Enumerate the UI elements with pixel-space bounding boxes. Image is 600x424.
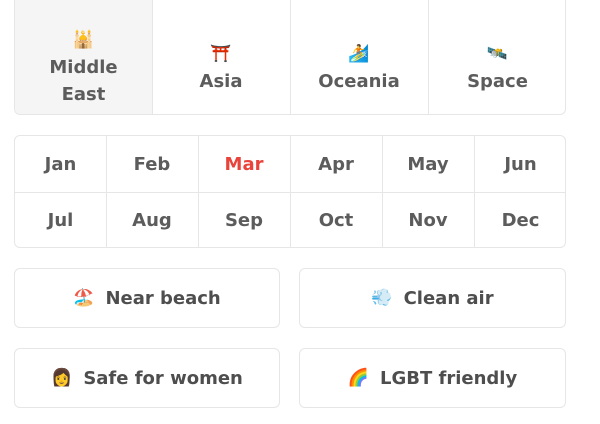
filter-label: LGBT friendly [379, 367, 518, 389]
month-nov[interactable]: Nov [382, 192, 474, 247]
month-may[interactable]: May [382, 136, 474, 192]
safe-for-women-button[interactable]: 👩 Safe for women [14, 348, 280, 408]
region-selector: 🕌 Middle East ⛩️ Asia 🏄 Oceania 🛰️ Space [14, 0, 566, 115]
region-label: Oceania [318, 71, 400, 92]
month-dec[interactable]: Dec [474, 192, 565, 247]
region-oceania[interactable]: 🏄 Oceania [290, 0, 428, 114]
divider [290, 0, 291, 114]
filter-label: Near beach [105, 287, 221, 309]
divider [198, 136, 199, 247]
month-jul[interactable]: Jul [15, 192, 106, 247]
region-middle-east[interactable]: 🕌 Middle East [15, 0, 152, 114]
month-mar[interactable]: Mar [198, 136, 290, 192]
region-label: Space [467, 71, 528, 92]
month-oct[interactable]: Oct [290, 192, 382, 247]
divider [428, 0, 429, 114]
surfer-icon: 🏄 [348, 44, 370, 64]
divider [382, 136, 383, 247]
month-aug[interactable]: Aug [106, 192, 198, 247]
satellite-icon: 🛰️ [486, 44, 509, 64]
month-sep[interactable]: Sep [198, 192, 290, 247]
beach-umbrella-icon: 🏖️ [73, 288, 95, 308]
divider [152, 0, 153, 114]
month-jun[interactable]: Jun [474, 136, 565, 192]
month-feb[interactable]: Feb [106, 136, 198, 192]
divider [290, 136, 291, 247]
month-jan[interactable]: Jan [15, 136, 106, 192]
rainbow-icon: 🌈 [347, 368, 369, 388]
region-space[interactable]: 🛰️ Space [428, 0, 565, 114]
region-label: Asia [199, 71, 243, 92]
month-selector: Jan Feb Mar Apr May Jun Jul Aug Sep Oct … [14, 135, 566, 248]
filter-label: Safe for women [83, 367, 243, 389]
clean-air-button[interactable]: 💨 Clean air [299, 268, 566, 328]
region-label: Middle East [49, 56, 118, 105]
filter-label: Clean air [403, 287, 494, 309]
woman-icon: 👩 [51, 368, 73, 388]
mosque-icon: 🕌 [72, 29, 95, 50]
wind-icon: 💨 [371, 288, 393, 308]
divider [106, 136, 107, 247]
torii-gate-icon: ⛩️ [210, 44, 232, 64]
region-asia[interactable]: ⛩️ Asia [152, 0, 290, 114]
month-apr[interactable]: Apr [290, 136, 382, 192]
lgbt-friendly-button[interactable]: 🌈 LGBT friendly [299, 348, 566, 408]
near-beach-button[interactable]: 🏖️ Near beach [14, 268, 280, 328]
divider [474, 136, 475, 247]
